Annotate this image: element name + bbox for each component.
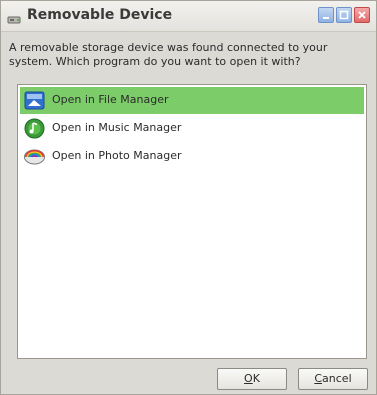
close-button[interactable] xyxy=(354,7,370,23)
list-item-label: Open in Music Manager xyxy=(52,121,182,134)
ok-label-rest: K xyxy=(252,372,260,385)
ok-button[interactable]: OK xyxy=(217,368,287,390)
list-item-label: Open in File Manager xyxy=(52,93,169,106)
photo-manager-icon xyxy=(24,146,45,167)
music-manager-icon xyxy=(24,118,45,139)
drive-icon xyxy=(7,10,21,24)
dialog-message: A removable storage device was found con… xyxy=(9,41,328,68)
cancel-mnemonic: C xyxy=(314,372,323,385)
minimize-icon xyxy=(323,17,329,19)
cancel-label-rest: ancel xyxy=(322,372,352,385)
list-item-photo-manager[interactable]: Open in Photo Manager xyxy=(20,143,364,170)
maximize-icon xyxy=(339,10,349,20)
cancel-button[interactable]: Cancel xyxy=(298,368,368,390)
file-manager-icon xyxy=(24,90,45,111)
ok-mnemonic: O xyxy=(244,372,253,385)
window-title: Removable Device xyxy=(27,7,173,23)
removable-device-dialog: Removable Device A removable storage dev… xyxy=(0,0,377,395)
close-icon xyxy=(358,11,366,19)
minimize-button[interactable] xyxy=(318,7,334,23)
list-item-label: Open in Photo Manager xyxy=(52,149,182,162)
list-item-music-manager[interactable]: Open in Music Manager xyxy=(20,115,364,142)
program-list[interactable]: Open in File Manager Open in Music Manag… xyxy=(17,84,367,359)
title-bar[interactable]: Removable Device xyxy=(1,1,376,32)
maximize-button[interactable] xyxy=(336,7,352,23)
list-item-file-manager[interactable]: Open in File Manager xyxy=(20,87,364,114)
